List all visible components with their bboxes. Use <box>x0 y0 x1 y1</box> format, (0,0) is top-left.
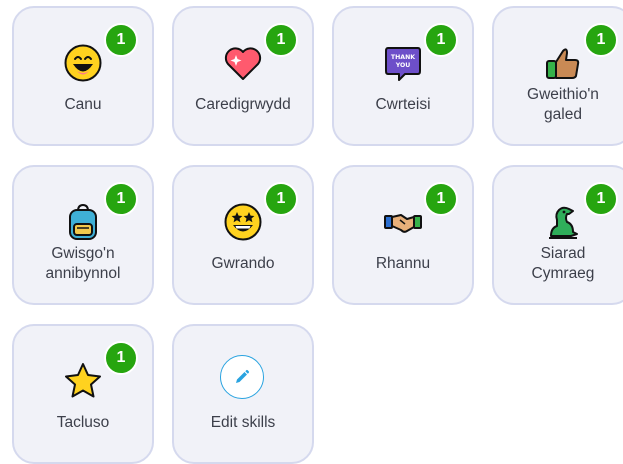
skill-label: Gwrando <box>211 255 275 272</box>
edit-skills-label: Edit skills <box>210 414 276 431</box>
count-badge: 1 <box>424 23 458 57</box>
thumbs-up-icon <box>546 48 580 79</box>
skill-label: Siarad Cymraeg <box>498 244 623 284</box>
thank-you-bubble-icon: THANK YOU <box>385 47 421 81</box>
skill-card-rhannu[interactable]: 1 Rhannu <box>332 165 474 305</box>
skill-label: Tacluso <box>56 414 110 431</box>
skill-card-caredigrwydd[interactable]: 1 Caredigrwydd <box>172 6 314 146</box>
skill-label-line: Cymraeg <box>531 265 595 282</box>
svg-text:YOU: YOU <box>395 62 411 69</box>
sparkling-heart-icon <box>224 47 262 80</box>
dragon-icon <box>549 206 578 239</box>
edit-skills-button[interactable]: Edit skills <box>172 324 314 464</box>
star-icon <box>65 363 101 398</box>
skill-card-cwrteisi[interactable]: THANK YOU 1 Cwrteisi <box>332 6 474 146</box>
skill-label-line: galed <box>544 106 582 123</box>
skill-card-gwisgo-n-annibynnol[interactable]: 1 Gwisgo'n annibynnol <box>12 165 154 305</box>
count-badge: 1 <box>104 182 138 216</box>
skill-card-gwrando[interactable]: 1 Gwrando <box>172 165 314 305</box>
pencil-icon <box>236 369 250 383</box>
count-badge: 1 <box>104 341 138 375</box>
skill-label: Gweithio'n galed <box>498 85 623 125</box>
count-badge: 1 <box>424 182 458 216</box>
count-badge: 1 <box>264 23 298 57</box>
backpack-icon <box>69 203 97 240</box>
count-badge: 1 <box>584 182 618 216</box>
skill-card-gweithio-n-galed[interactable]: 1 Gweithio'n galed <box>492 6 623 146</box>
count-badge: 1 <box>584 23 618 57</box>
skill-label: Cwrteisi <box>375 96 431 113</box>
skill-card-siarad-cymraeg[interactable]: 1 Siarad Cymraeg <box>492 165 623 305</box>
count-badge: 1 <box>264 182 298 216</box>
grinning-face-icon <box>64 44 102 82</box>
handshake-icon <box>384 214 422 233</box>
skill-label: Canu <box>64 96 102 113</box>
skill-card-tacluso[interactable]: 1 Tacluso <box>12 324 154 464</box>
skill-label-line: annibynnol <box>45 265 121 282</box>
skill-label-line: Gwisgo'n <box>51 245 115 262</box>
skill-label-line: Siarad <box>540 245 586 262</box>
skill-label-line: Gweithio'n <box>527 86 599 103</box>
skill-card-canu[interactable]: 1 Canu <box>12 6 154 146</box>
svg-text:THANK: THANK <box>391 54 415 61</box>
skill-label: Rhannu <box>375 255 431 272</box>
star-struck-face-icon <box>224 203 262 241</box>
skill-label: Gwisgo'n annibynnol <box>18 244 148 284</box>
edit-circle <box>220 355 264 399</box>
skill-label: Caredigrwydd <box>195 96 291 113</box>
count-badge: 1 <box>104 23 138 57</box>
skills-grid: 1 Canu 1 Caredigrwydd THANK YOU 1 Cwrtei… <box>0 0 623 464</box>
